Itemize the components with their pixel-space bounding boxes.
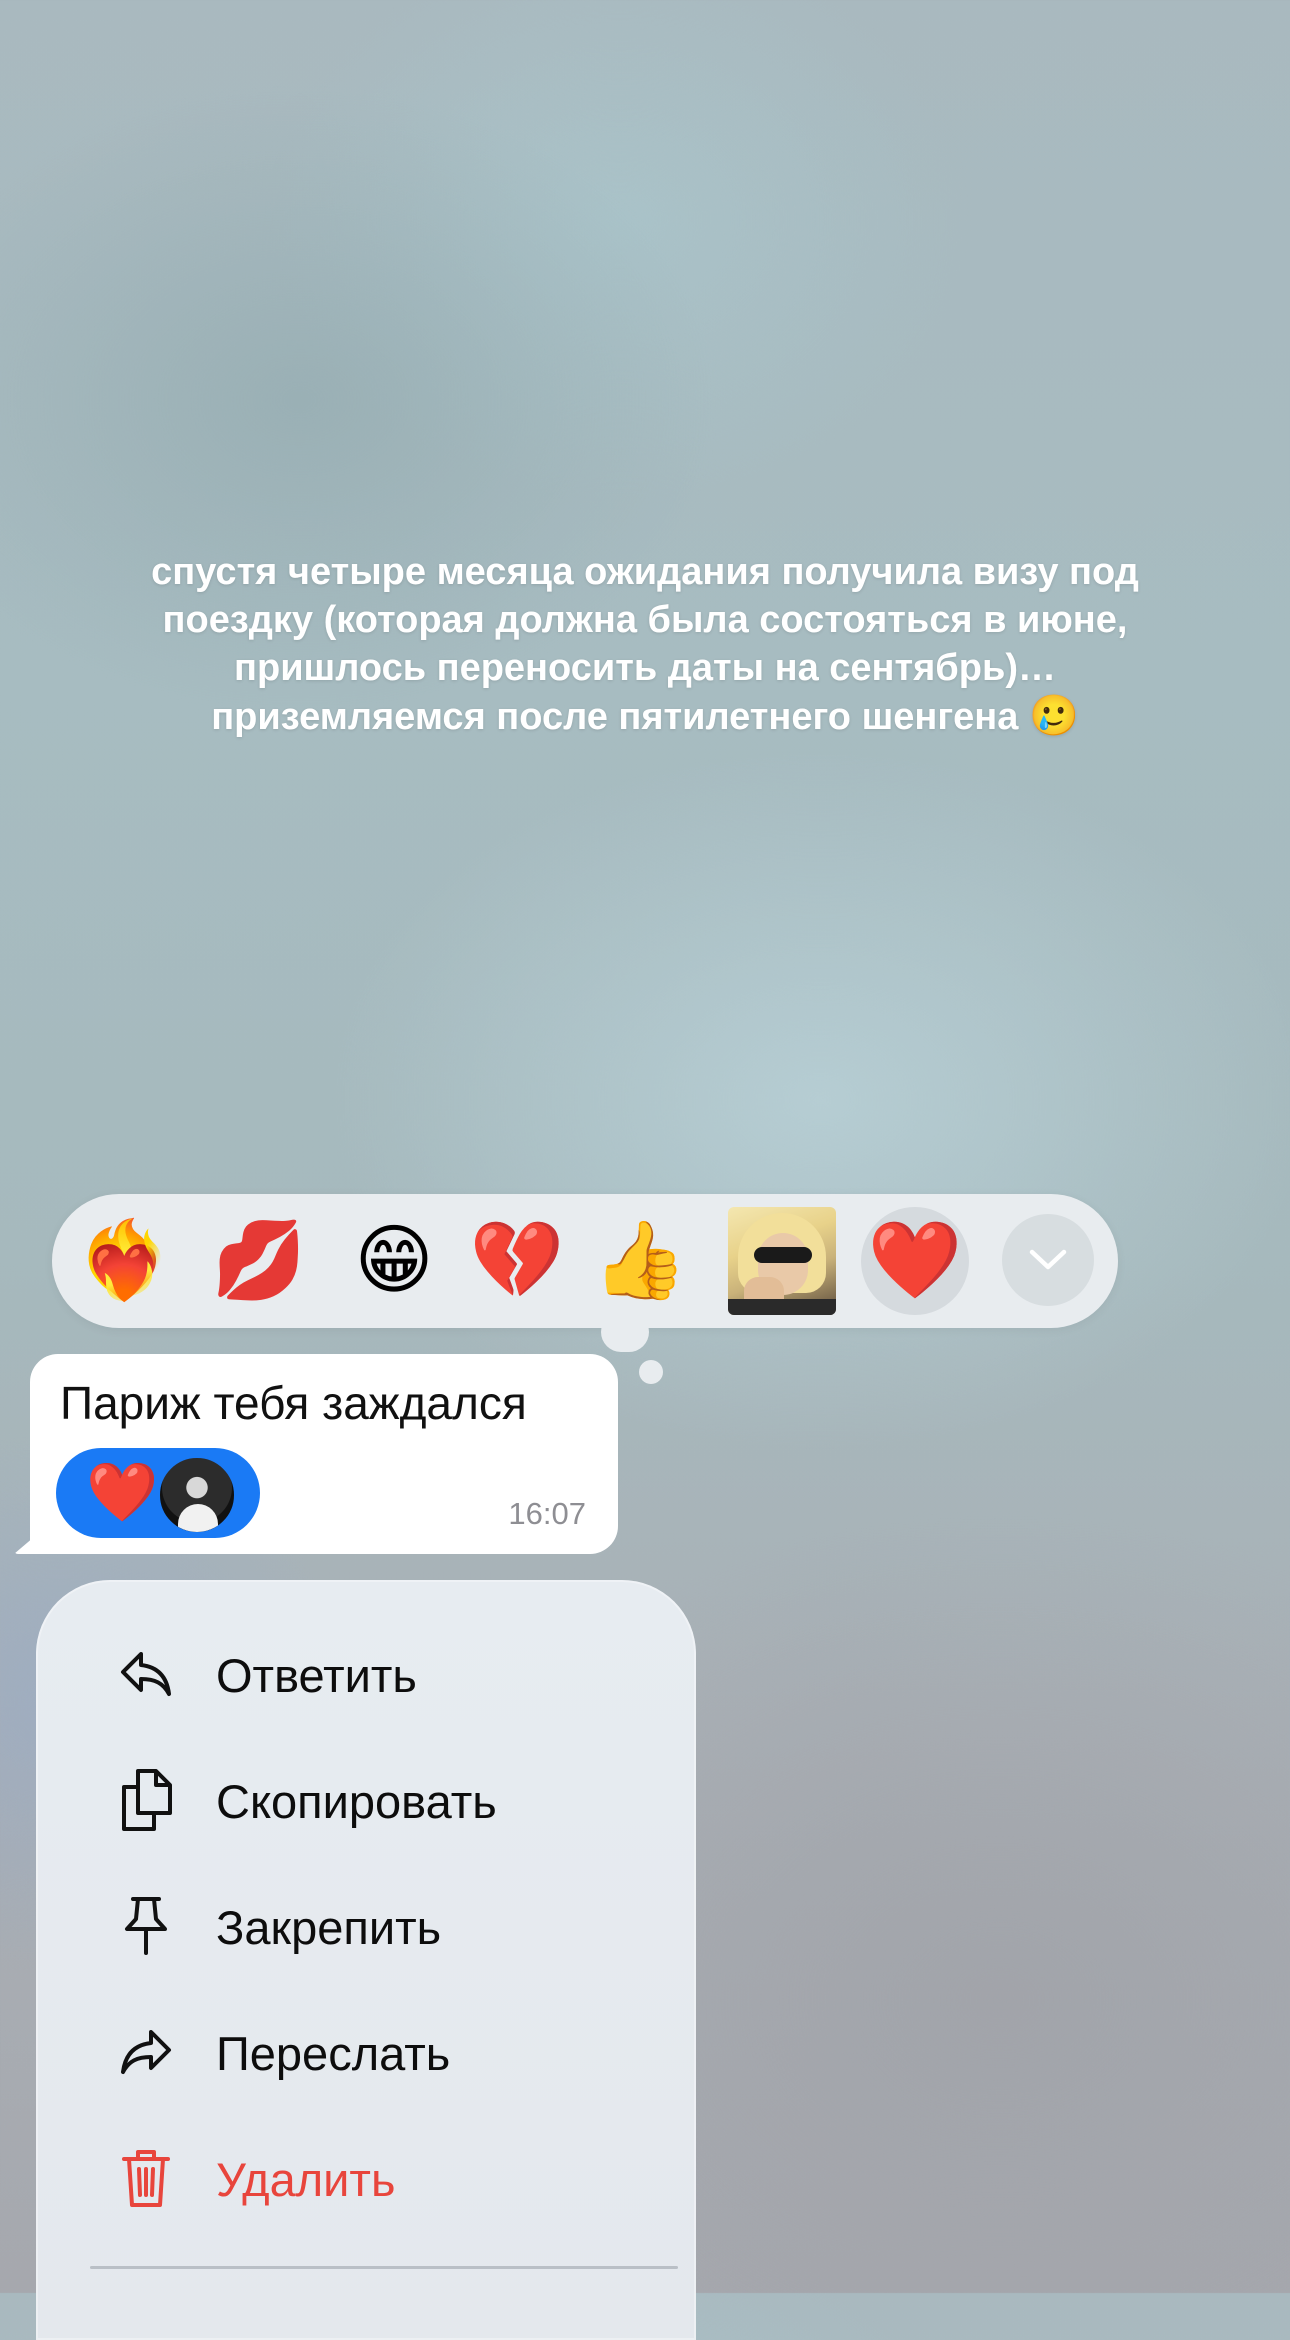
message-text: Париж тебя заждался [60,1377,527,1429]
reaction-picker: ❤️‍🔥 💋 😁 💔 👍 ❤️ [52,1194,1118,1328]
menu-item-label: Удалить [216,2153,396,2206]
reaction-thumbs-up[interactable]: 👍 [590,1211,690,1311]
menu-divider [90,2266,678,2269]
menu-item-reply[interactable]: Ответить [36,1614,696,1734]
reaction-broken-heart[interactable]: 💔 [467,1211,567,1311]
chevron-down-icon [1029,1249,1067,1270]
message-timestamp: 16:07 [508,1496,586,1531]
reaction-custom-photo-sticker[interactable] [728,1207,836,1315]
heart-icon: ❤️ [86,1460,159,1525]
reaction-grinning-face[interactable]: 😁 [344,1211,444,1311]
reply-icon [114,1642,178,1706]
menu-item-label: Скопировать [216,1775,497,1828]
reaction-picker-tail [601,1312,649,1352]
message-reaction-chip[interactable]: ❤️ [56,1448,260,1538]
message-bubble[interactable]: Париж тебя заждался ❤️ 16:07 [30,1354,618,1554]
expand-reactions-button[interactable] [1002,1214,1094,1306]
menu-item-pin[interactable]: Закрепить [36,1866,696,1986]
menu-item-label: Переслать [216,2027,451,2080]
story-caption: спустя четыре месяца ожидания получила в… [90,548,1200,741]
menu-item-forward[interactable]: Переслать [36,1992,696,2112]
avatar [158,1456,236,1534]
copy-icon [114,1768,178,1832]
menu-item-label: Ответить [216,1649,417,1702]
menu-item-delete[interactable]: Удалить [36,2118,696,2238]
menu-item-label: Закрепить [216,1901,442,1954]
forward-icon [114,2020,178,2084]
reaction-kiss-mark[interactable]: 💋 [209,1211,309,1311]
reaction-picker-tail-dot [639,1360,663,1384]
pin-icon [114,1894,178,1958]
story-caption-text: спустя четыре месяца ожидания получила в… [151,551,1139,738]
reaction-heart-on-fire[interactable]: ❤️‍🔥 [74,1211,174,1311]
trash-icon [114,2146,178,2210]
menu-item-copy[interactable]: Скопировать [36,1740,696,1860]
message-context-menu: Ответить Скопировать Закрепить Переслать… [36,1580,696,2340]
reaction-red-heart[interactable]: ❤️ [861,1207,969,1315]
story-caption-emoji: 🥲 [1028,694,1079,738]
